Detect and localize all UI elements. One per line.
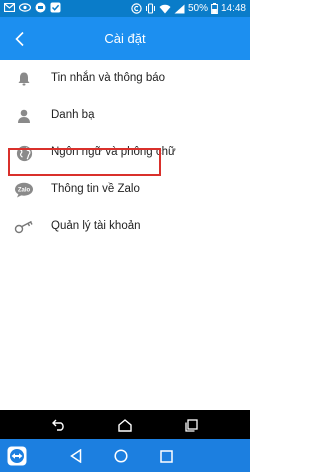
back-triangle-icon[interactable] bbox=[67, 447, 85, 465]
settings-menu: Tin nhắn và thông báo Danh bạ Ngôn ngữ v… bbox=[0, 60, 250, 245]
clock: 14:48 bbox=[220, 3, 246, 14]
menu-item-notifications[interactable]: Tin nhắn và thông báo bbox=[0, 60, 250, 97]
system-nav-bar bbox=[0, 410, 250, 439]
menu-item-label: Ngôn ngữ và phông chữ bbox=[51, 146, 176, 158]
battery-percent: 50% bbox=[187, 3, 208, 14]
remote-nav-bar bbox=[0, 439, 250, 472]
menu-item-label: Thông tin về Zalo bbox=[51, 183, 140, 195]
menu-item-contacts[interactable]: Danh bạ bbox=[0, 97, 250, 134]
status-bar: 50% 14:48 bbox=[0, 0, 250, 17]
bell-icon bbox=[14, 69, 34, 89]
mail-icon bbox=[4, 3, 15, 12]
app-bar: Cài đặt bbox=[0, 17, 250, 60]
teamviewer-icon[interactable] bbox=[6, 445, 28, 467]
wifi-icon bbox=[159, 4, 171, 14]
back-arrow-icon[interactable] bbox=[50, 416, 68, 434]
check-icon bbox=[50, 2, 61, 13]
home-circle-icon[interactable] bbox=[112, 447, 130, 465]
globe-icon bbox=[14, 143, 34, 163]
home-icon[interactable] bbox=[116, 416, 134, 434]
menu-item-label: Danh bạ bbox=[51, 109, 95, 121]
zalo-icon: Zalo bbox=[14, 180, 34, 200]
person-icon bbox=[14, 106, 34, 126]
key-icon bbox=[14, 217, 34, 237]
menu-item-language-font[interactable]: Ngôn ngữ và phông chữ bbox=[0, 134, 250, 171]
zalo-badge-text: Zalo bbox=[18, 188, 31, 194]
eye-icon bbox=[19, 3, 31, 12]
battery-icon bbox=[211, 3, 218, 14]
recents-square-icon[interactable] bbox=[157, 447, 175, 465]
menu-item-about-zalo[interactable]: Zalo Thông tin về Zalo bbox=[0, 171, 250, 208]
menu-item-label: Tin nhắn và thông báo bbox=[51, 72, 166, 84]
signal-icon bbox=[174, 4, 185, 14]
recents-icon[interactable] bbox=[182, 416, 200, 434]
vibrate-icon bbox=[145, 3, 156, 14]
page-title: Cài đặt bbox=[104, 31, 146, 46]
zalo-notification-icon bbox=[35, 2, 46, 13]
menu-item-account-management[interactable]: Quản lý tài khoản bbox=[0, 208, 250, 245]
copyright-icon bbox=[131, 3, 142, 14]
menu-item-label: Quản lý tài khoản bbox=[51, 220, 141, 232]
